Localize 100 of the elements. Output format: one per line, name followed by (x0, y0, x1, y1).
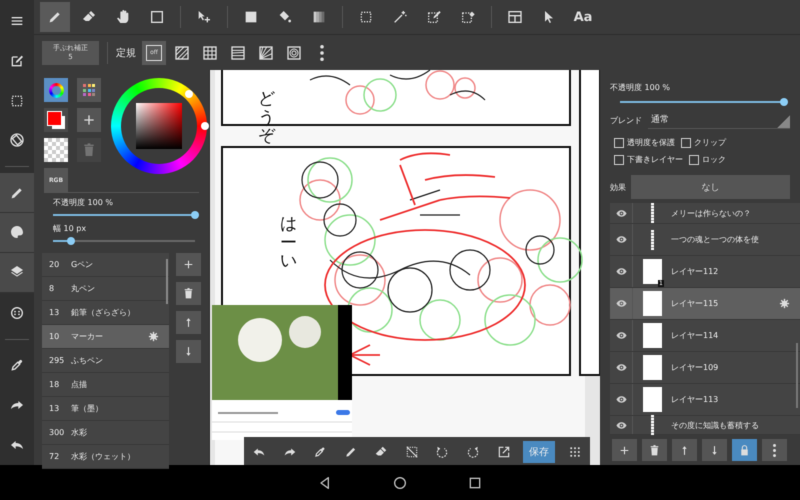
scrollbar (796, 343, 798, 408)
brush-name: 点描 (71, 379, 88, 390)
layer-item[interactable]: その度に知識も蓄積する (610, 416, 800, 435)
more-layer-button[interactable] (762, 439, 787, 461)
square-icon (149, 9, 165, 25)
rotate-icon (9, 132, 25, 148)
deselect-icon (404, 445, 419, 459)
layer-name: レイヤー109 (671, 362, 720, 373)
transparent-swatch[interactable] (44, 138, 68, 162)
palette-panel-button[interactable] (0, 213, 34, 253)
lock-layer-button[interactable] (732, 439, 757, 461)
filled-square-icon (243, 9, 259, 25)
eye-icon[interactable] (616, 330, 626, 341)
dashed-selection-icon (9, 92, 25, 109)
brush-item[interactable]: 300 水彩 (42, 421, 169, 445)
speech-text: はーい (280, 215, 297, 272)
brush-size: 10 (49, 332, 60, 341)
eye-icon[interactable] (616, 234, 626, 245)
eye-icon[interactable] (616, 394, 626, 405)
ruler-label: 定規 (116, 46, 136, 60)
brush-name: 丸ペン (71, 283, 96, 294)
export-icon (496, 445, 511, 459)
color-swatch-pair[interactable] (44, 108, 68, 132)
eye-icon[interactable] (616, 208, 626, 218)
layer-name: レイヤー115 (671, 298, 720, 309)
layer-name: 一つの魂と一つの体を使 (671, 234, 760, 245)
recents-icon (467, 474, 483, 490)
layer-item[interactable]: レイヤー114 (610, 320, 800, 352)
layer-name: メリーは作らないの？ (671, 208, 752, 218)
trash-brush-button[interactable] (176, 282, 201, 305)
brush-name: マーカー (71, 331, 104, 342)
effect-label: 効果 (610, 182, 626, 192)
effect-button[interactable]: なし (631, 175, 790, 199)
home-icon (392, 474, 408, 490)
plus-layer-button[interactable] (612, 439, 637, 461)
brush-size: 13 (49, 404, 60, 413)
grid-icon (568, 445, 582, 459)
concentric-ruler-icon (286, 44, 302, 60)
brush-size: 8 (49, 284, 56, 293)
eye-icon[interactable] (616, 362, 626, 373)
brush-item[interactable]: 295 ふちペン (42, 349, 169, 373)
up-brush-button[interactable] (176, 311, 201, 334)
up-layer-button[interactable] (672, 439, 697, 461)
brush-size: 300 (49, 428, 66, 437)
add-color-button[interactable] (77, 108, 101, 132)
layer-item[interactable]: レイヤー115 (610, 288, 800, 320)
settings-icon (779, 298, 790, 309)
brush-size: 295 (49, 356, 66, 365)
trash-icon (648, 444, 661, 456)
grid-ruler-icon (202, 44, 218, 60)
layers-panel-button[interactable] (0, 252, 34, 293)
layer-item[interactable]: レイヤー113 (610, 384, 800, 416)
brush-name: 水彩 (71, 427, 88, 438)
rotate-left-icon (435, 445, 450, 459)
layer-option-checkbox[interactable]: 透明度を保護 (614, 137, 675, 148)
brush-item[interactable]: 10 マーカー (42, 325, 169, 349)
layer-name: その度に知識も蓄積する (671, 420, 760, 430)
layer-name: レイヤー114 (671, 330, 720, 341)
trash-layer-button[interactable] (642, 439, 667, 461)
line-ruler-icon (230, 44, 246, 60)
text-layer-thumbnail (650, 230, 654, 250)
dashed-selection-icon (358, 9, 374, 25)
brush-size: 72 (49, 452, 60, 461)
layer-option-checkbox[interactable]: ロック (689, 154, 726, 165)
gradient-icon (311, 9, 327, 25)
move-icon (196, 9, 212, 25)
plus-brush-button[interactable] (176, 253, 201, 276)
edit-icon (9, 52, 25, 69)
eye-icon[interactable] (616, 420, 626, 430)
text-layer-thumbnail (650, 203, 654, 223)
layer-thumbnail (642, 387, 662, 412)
layer-thumbnail (642, 323, 662, 348)
layer-item[interactable]: メリーは作らないの？ (610, 203, 800, 224)
layer-thumbnail (642, 291, 662, 316)
pen-tool-button[interactable] (40, 2, 70, 32)
layer-option-checkbox[interactable]: 下書きレイヤー (614, 154, 683, 165)
down-layer-button[interactable] (702, 439, 727, 461)
layer-item[interactable]: レイヤー109 (610, 352, 800, 384)
layer-thumbnail (642, 355, 662, 380)
selection-eraser-icon (460, 9, 476, 25)
brush-name: 鉛筆（ざらざら） (71, 307, 136, 318)
parallel-ruler-icon (174, 44, 190, 60)
layer-option-checkbox[interactable]: クリップ (681, 137, 726, 148)
down-brush-button[interactable] (176, 340, 201, 363)
eye-icon[interactable] (616, 266, 626, 277)
color-wheel-mode-button[interactable] (44, 78, 68, 102)
layer-item[interactable]: 一つの魂と一つの体を使 (610, 224, 800, 256)
more-icon (773, 444, 776, 456)
pen-panel-button[interactable] (0, 173, 34, 214)
plus-icon (182, 258, 195, 271)
brush-name: 水彩（ウェット） (71, 451, 136, 462)
eyedropper-icon (9, 357, 25, 374)
eye-icon[interactable] (616, 298, 626, 309)
text-tool-button[interactable]: Aa (568, 2, 598, 32)
radial-ruler-icon (258, 44, 274, 60)
brush-item[interactable]: 13 筆（墨） (42, 397, 169, 421)
manga-sketch-drawing[interactable] (210, 70, 600, 465)
brush-item[interactable]: 18 点描 (42, 373, 169, 397)
swatch-mode-button[interactable] (77, 78, 101, 102)
dotted-circle-icon (9, 304, 25, 321)
